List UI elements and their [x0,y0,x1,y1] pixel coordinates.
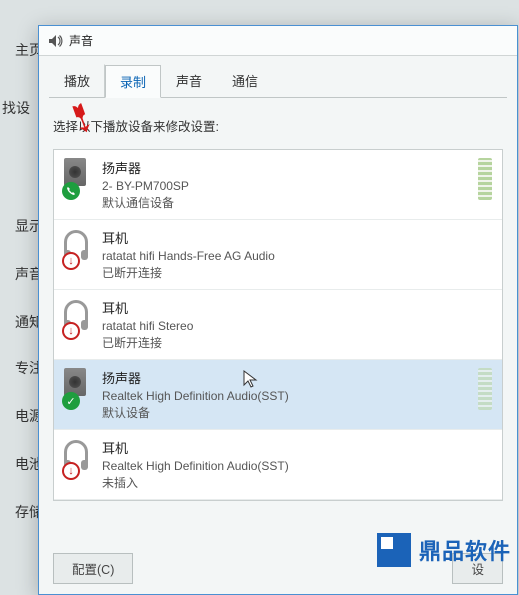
tab-bar: 播放 录制 声音 通信 [39,56,517,97]
headphone-icon: ↓ [64,438,92,478]
device-name: 耳机 [102,438,492,457]
tab-sounds[interactable]: 声音 [161,64,217,97]
device-row[interactable]: ↓ 耳机 ratatat hifi Hands-Free AG Audio 已断… [54,220,502,290]
device-row[interactable]: ↓ 耳机 ratatat hifi Stereo 已断开连接 [54,290,502,360]
tab-recording[interactable]: 录制 [105,65,161,98]
configure-button[interactable]: 配置(C) [53,553,133,584]
disconnected-badge-icon: ↓ [62,322,80,340]
titlebar[interactable]: 声音 [39,26,517,56]
device-row[interactable]: 扬声器 2- BY-PM700SP 默认通信设备 [54,150,502,220]
watermark: 鼎品软件 [377,533,511,567]
tab-communications[interactable]: 通信 [217,64,273,97]
bg-search: 找设 [2,98,30,118]
watermark-logo-icon [377,533,411,567]
cursor-icon [243,370,259,390]
device-status: 默认通信设备 [102,194,470,211]
headphone-icon: ↓ [64,228,92,268]
device-status: 未插入 [102,474,492,491]
device-status: 已断开连接 [102,334,492,351]
unplugged-badge-icon: ↓ [62,462,80,480]
device-sub: 2- BY-PM700SP [102,179,470,193]
device-sub: Realtek High Definition Audio(SST) [102,389,470,403]
sound-dialog: 声音 播放 录制 声音 通信 选择以下播放设备来修改设置: 扬声器 2- BY-… [38,25,518,595]
dialog-title: 声音 [69,32,93,49]
headphone-icon: ↓ [64,298,92,338]
device-sub: ratatat hifi Stereo [102,319,492,333]
speaker-icon: ✓ [64,368,92,408]
device-row[interactable]: ✓ 扬声器 Realtek High Definition Audio(SST)… [54,360,502,430]
tab-playback[interactable]: 播放 [49,64,105,97]
device-list: 扬声器 2- BY-PM700SP 默认通信设备 ↓ 耳机 ratatat hi… [53,149,503,501]
device-status: 默认设备 [102,404,470,421]
level-meter [478,158,492,200]
phone-badge-icon [62,182,80,200]
device-name: 耳机 [102,228,492,247]
disconnected-badge-icon: ↓ [62,252,80,270]
device-sub: ratatat hifi Hands-Free AG Audio [102,249,492,263]
check-badge-icon: ✓ [62,392,80,410]
prompt-text: 选择以下播放设备来修改设置: [53,116,503,135]
level-meter [478,368,492,410]
device-sub: Realtek High Definition Audio(SST) [102,459,492,473]
device-name: 耳机 [102,298,492,317]
device-row[interactable]: ↓ 耳机 Realtek High Definition Audio(SST) … [54,430,502,500]
device-name: 扬声器 [102,158,470,177]
watermark-text: 鼎品软件 [419,534,511,566]
device-name: 扬声器 [102,368,470,387]
device-status: 已断开连接 [102,264,492,281]
sound-icon [47,33,63,49]
speaker-icon [64,158,92,198]
